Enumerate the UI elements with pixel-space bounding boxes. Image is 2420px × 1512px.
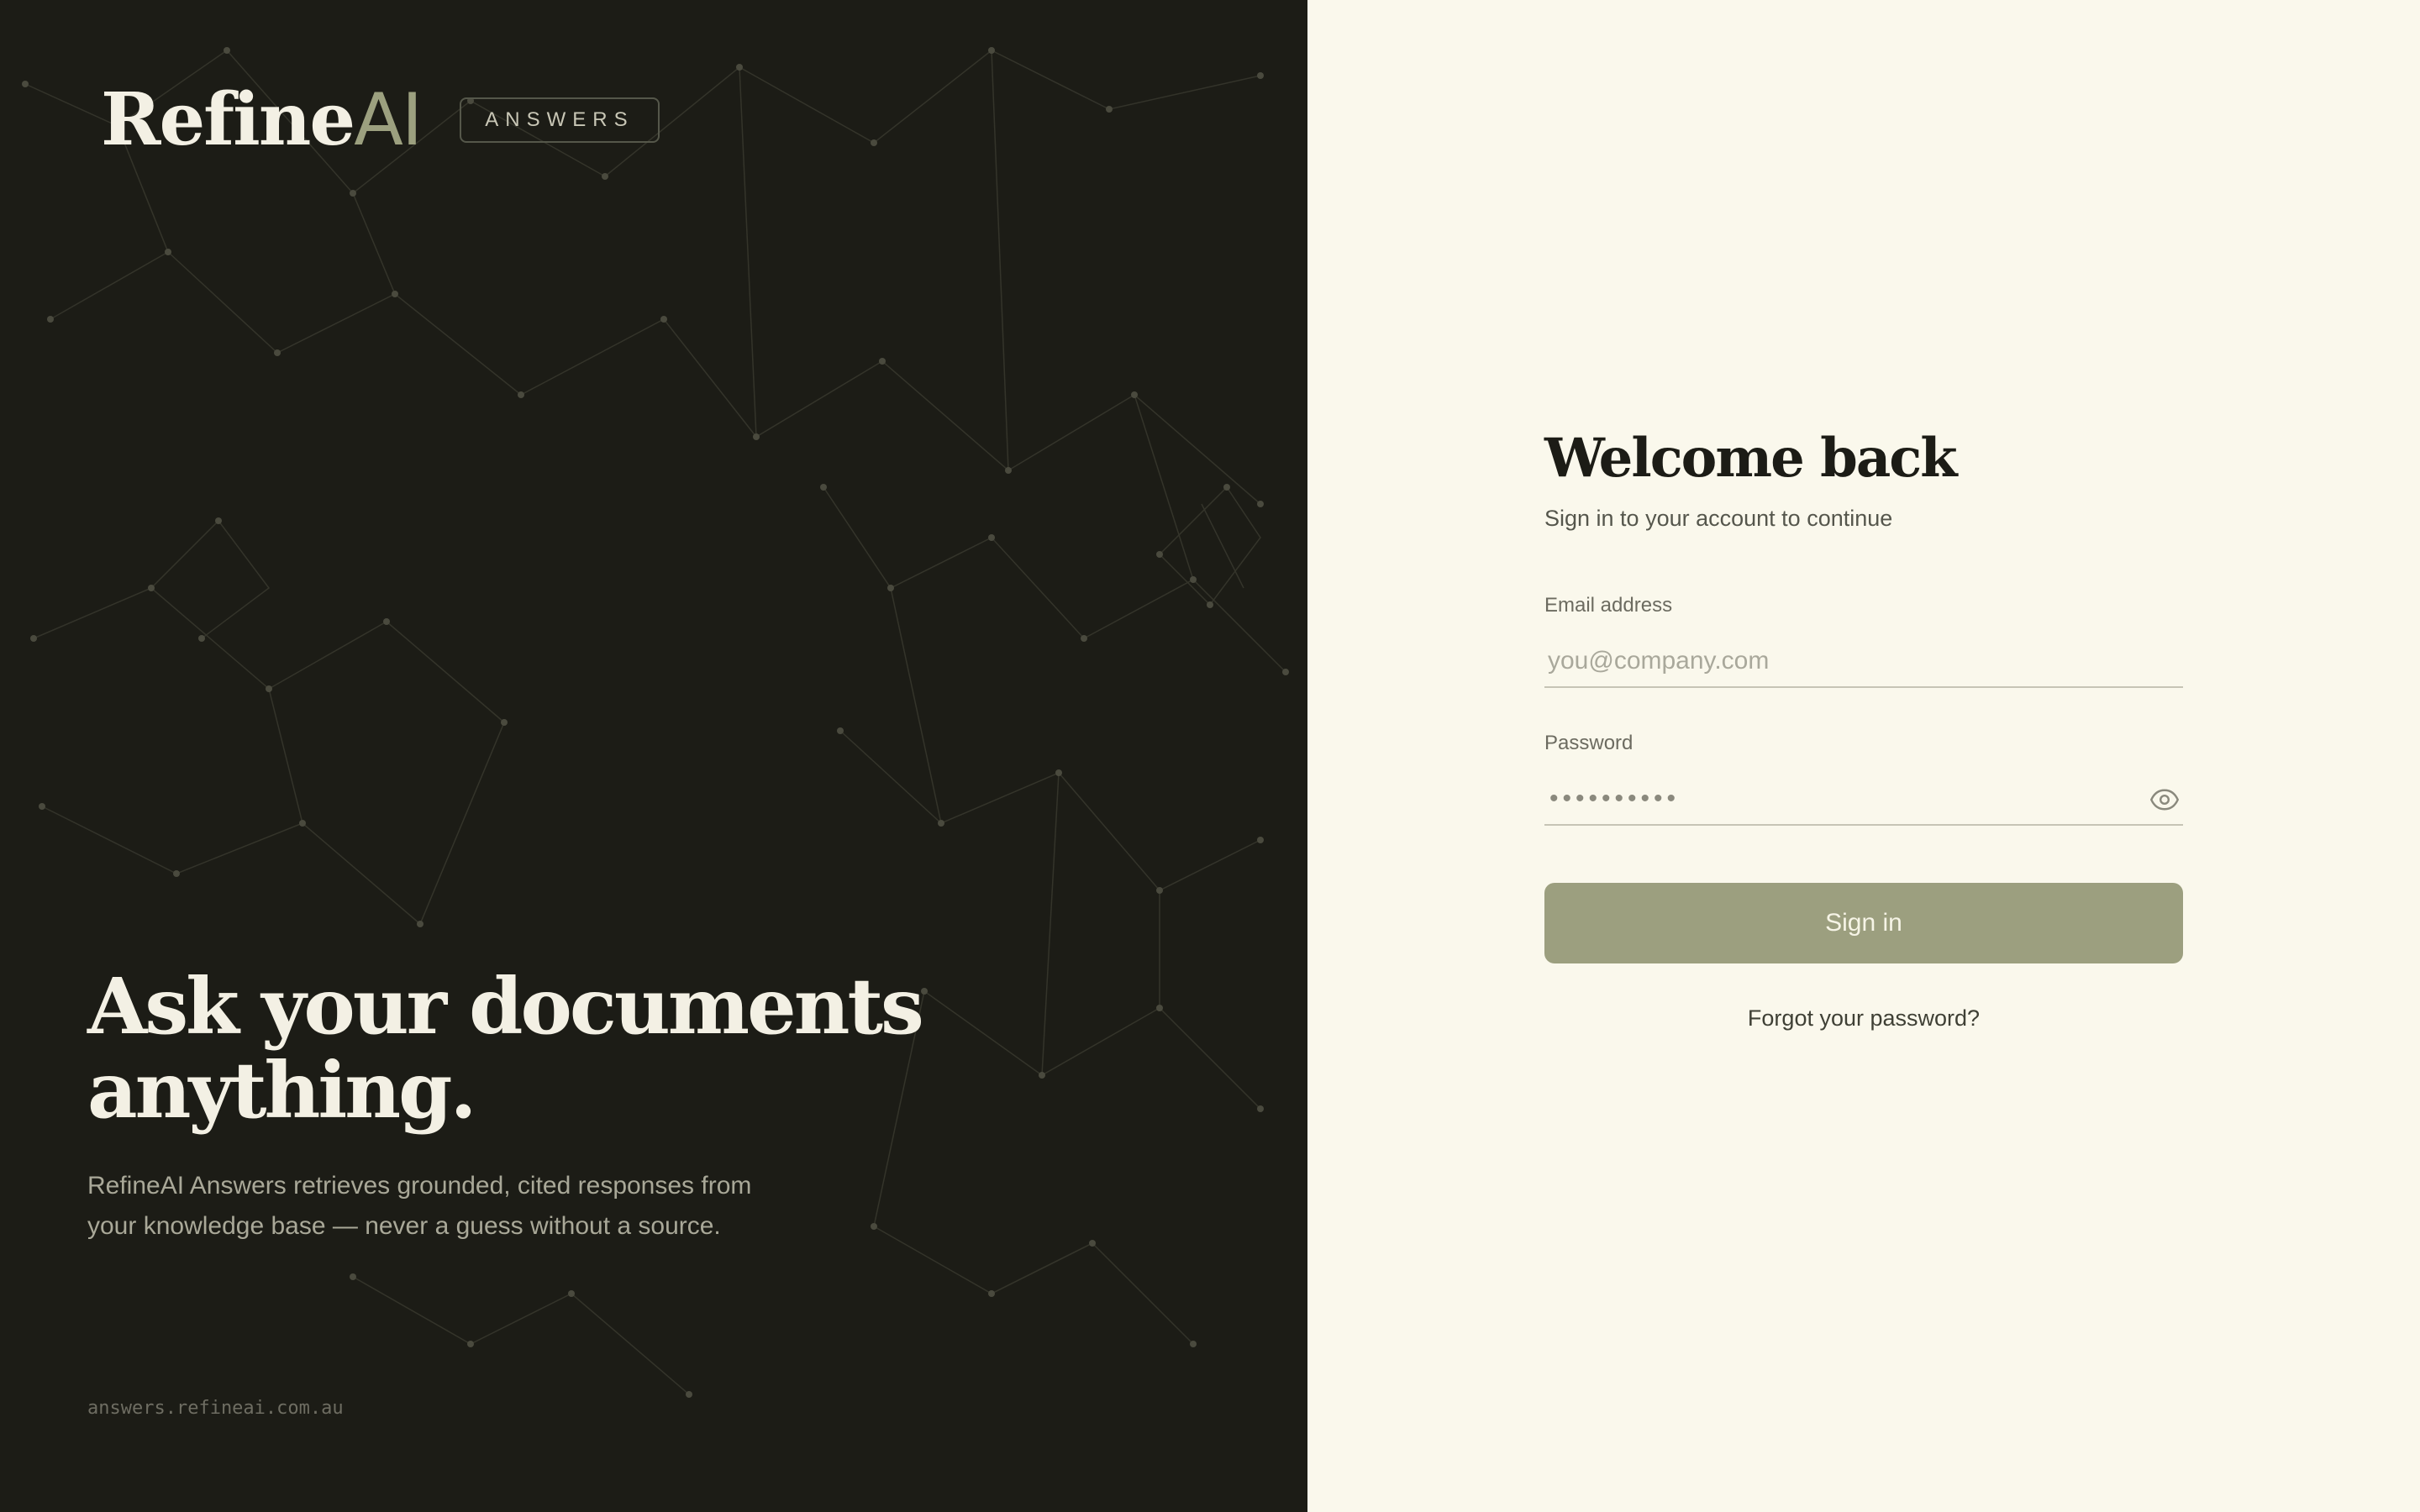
email-field-wrapper — [1544, 636, 2183, 688]
sign-in-button[interactable]: Sign in — [1544, 883, 2183, 963]
hero-title-line-1: Ask your documents — [87, 961, 924, 1052]
login-form: Welcome back Sign in to your account to … — [1544, 425, 2183, 1032]
password-field[interactable]: •••••••••• — [1544, 774, 2183, 826]
domain-label: answers.refineai.com.au — [87, 1398, 344, 1419]
login-panel: Welcome back Sign in to your account to … — [1307, 0, 2420, 1512]
login-title: Welcome back — [1544, 427, 1958, 490]
password-mask: •••••••••• — [1549, 785, 1681, 812]
login-subtitle: Sign in to your account to continue — [1544, 506, 1893, 531]
eye-icon[interactable] — [2149, 787, 2180, 812]
email-label: Email address — [1544, 594, 1673, 617]
hero-subtitle: RefineAI Answers retrieves grounded, cit… — [87, 1172, 752, 1240]
hero-title-line-2: anything. — [87, 1045, 477, 1136]
brand-wordmark: RefineAI — [101, 77, 423, 162]
email-input[interactable] — [1544, 647, 2183, 675]
product-badge: ANSWERS — [460, 97, 660, 143]
hero-title: Ask your documents anything. — [87, 964, 995, 1132]
brand-panel: RefineAI ANSWERS Ask your documents anyt… — [0, 0, 1307, 1512]
network-background — [22, 47, 1289, 1398]
brand-logo: RefineAI ANSWERS — [101, 84, 660, 156]
forgot-password-link[interactable]: Forgot your password? — [1544, 1005, 2183, 1032]
password-label: Password — [1544, 732, 1634, 754]
